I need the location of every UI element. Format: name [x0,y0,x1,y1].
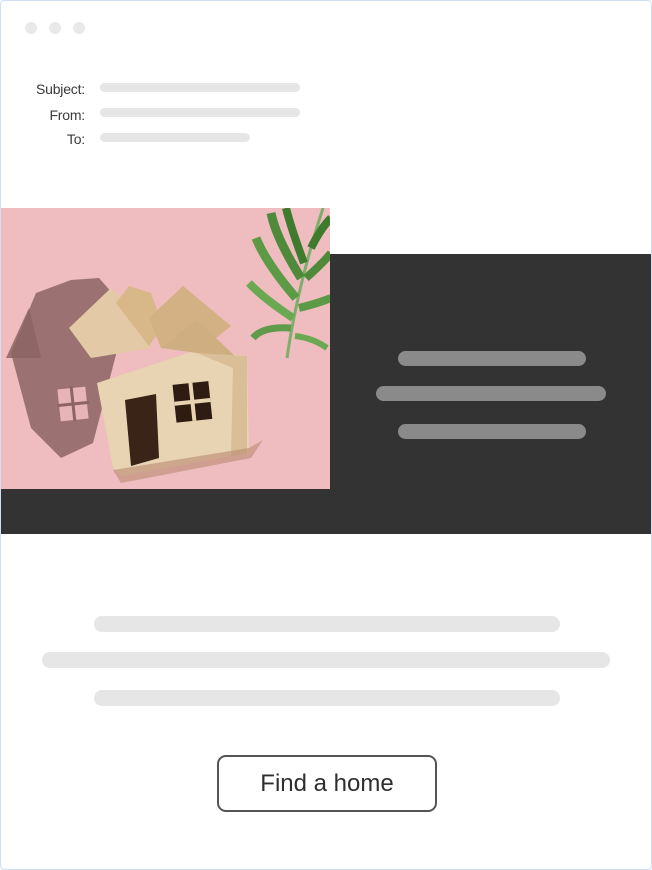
body-text-placeholder [94,690,560,706]
subject-label: Subject: [36,81,85,97]
body-text-placeholder [42,652,610,668]
cardboard-house-illustration [6,208,330,483]
hero-headline-placeholder [398,424,586,439]
body-text-placeholder [94,616,560,632]
palm-leaf-icon [246,208,330,359]
subject-value-placeholder [100,83,300,92]
to-value-placeholder [100,133,250,142]
email-window: Subject: From: To: Find a home [0,0,652,870]
window-minimize-dot[interactable] [49,22,61,34]
hero-headline-placeholder [398,351,586,366]
window-zoom-dot[interactable] [73,22,85,34]
hero-headline-placeholder [376,386,606,401]
find-a-home-button-label: Find a home [260,769,394,797]
from-label: From: [49,107,85,123]
window-close-dot[interactable] [25,22,37,34]
from-value-placeholder [100,108,300,117]
to-label: To: [66,131,85,147]
hero-image [1,208,330,489]
find-a-home-button[interactable]: Find a home [217,755,437,812]
